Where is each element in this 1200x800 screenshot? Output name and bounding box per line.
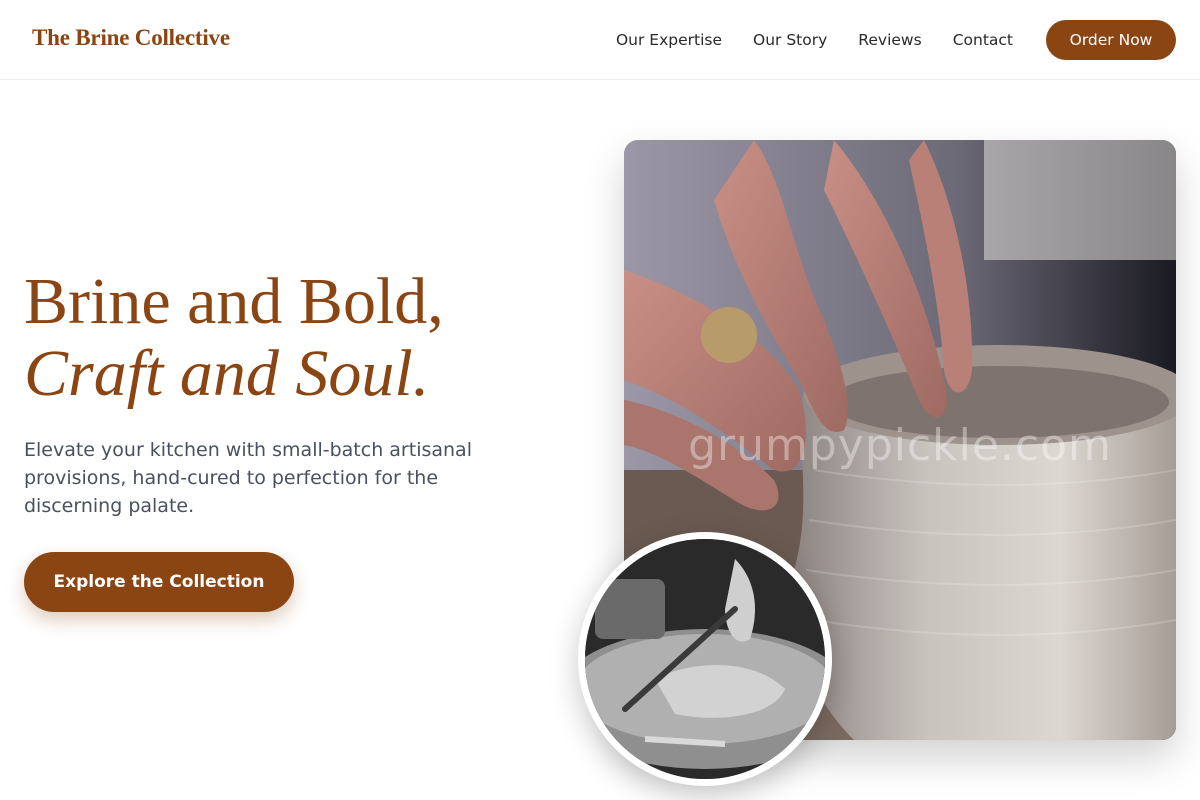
- main-nav: Our Expertise Our Story Reviews Contact …: [616, 20, 1176, 60]
- explore-collection-button[interactable]: Explore the Collection: [24, 552, 294, 612]
- hero-title: Brine and Bold, Craft and Soul.: [24, 266, 444, 410]
- woodworker-illustration: [585, 539, 825, 779]
- hero-title-line1: Brine and Bold,: [24, 265, 444, 338]
- hero-title-line2: Craft and Soul.: [24, 337, 430, 410]
- nav-link-reviews[interactable]: Reviews: [858, 31, 921, 49]
- woodworker-photo: [585, 539, 825, 779]
- nav-link-our-expertise[interactable]: Our Expertise: [616, 31, 722, 49]
- hero-subtitle: Elevate your kitchen with small-batch ar…: [24, 439, 472, 517]
- image-watermark: grumpypickle.com: [688, 420, 1112, 471]
- nav-link-contact[interactable]: Contact: [953, 31, 1013, 49]
- brand-logo[interactable]: The Brine Collective: [32, 25, 230, 51]
- craftsman-circle-image: [578, 532, 832, 786]
- nav-link-our-story[interactable]: Our Story: [753, 31, 827, 49]
- order-now-button[interactable]: Order Now: [1046, 20, 1176, 60]
- site-header: The Brine Collective Our Expertise Our S…: [0, 0, 1200, 80]
